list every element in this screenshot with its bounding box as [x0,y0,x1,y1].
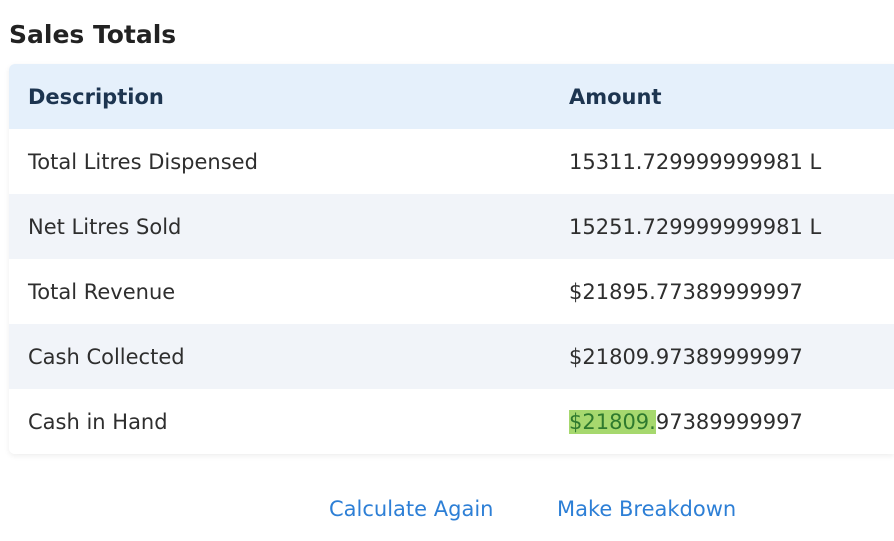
row-description: Cash Collected [28,344,185,369]
row-amount: $21809.97389999997 [569,344,803,369]
column-header-amount: Amount [569,84,662,109]
row-amount: $21895.77389999997 [569,279,803,304]
column-header-description: Description [28,84,164,109]
row-amount-rest: 97389999997 [655,409,803,434]
row-amount: 15251.729999999981 L [569,214,822,239]
row-description: Total Litres Dispensed [28,149,258,174]
make-breakdown-link[interactable]: Make Breakdown [557,497,736,521]
table-row: Cash Collected $21809.97389999997 [9,324,894,389]
sales-totals-page: Sales Totals Description Amount Total Li… [0,0,894,541]
sales-totals-table-card: Description Amount Total Litres Dispense… [9,64,894,454]
page-title: Sales Totals [9,20,177,49]
sales-totals-table: Description Amount Total Litres Dispense… [9,64,894,454]
table-row: Cash in Hand $21809.97389999997 [9,389,894,454]
table-row: Total Revenue $21895.77389999997 [9,259,894,324]
text-selection-highlight: $21809. [569,409,656,434]
calculate-again-link[interactable]: Calculate Again [329,497,493,521]
row-amount: $21809.97389999997 [550,389,894,454]
actions-bar: Calculate Again Make Breakdown [0,497,894,537]
table-row: Total Litres Dispensed 15311.72999999998… [9,129,894,194]
row-amount: 15311.729999999981 L [569,149,822,174]
row-description: Net Litres Sold [28,214,182,239]
table-header-row: Description Amount [9,64,894,129]
table-row: Net Litres Sold 15251.729999999981 L [9,194,894,259]
row-description: Total Revenue [28,279,176,304]
row-description: Cash in Hand [28,409,168,434]
